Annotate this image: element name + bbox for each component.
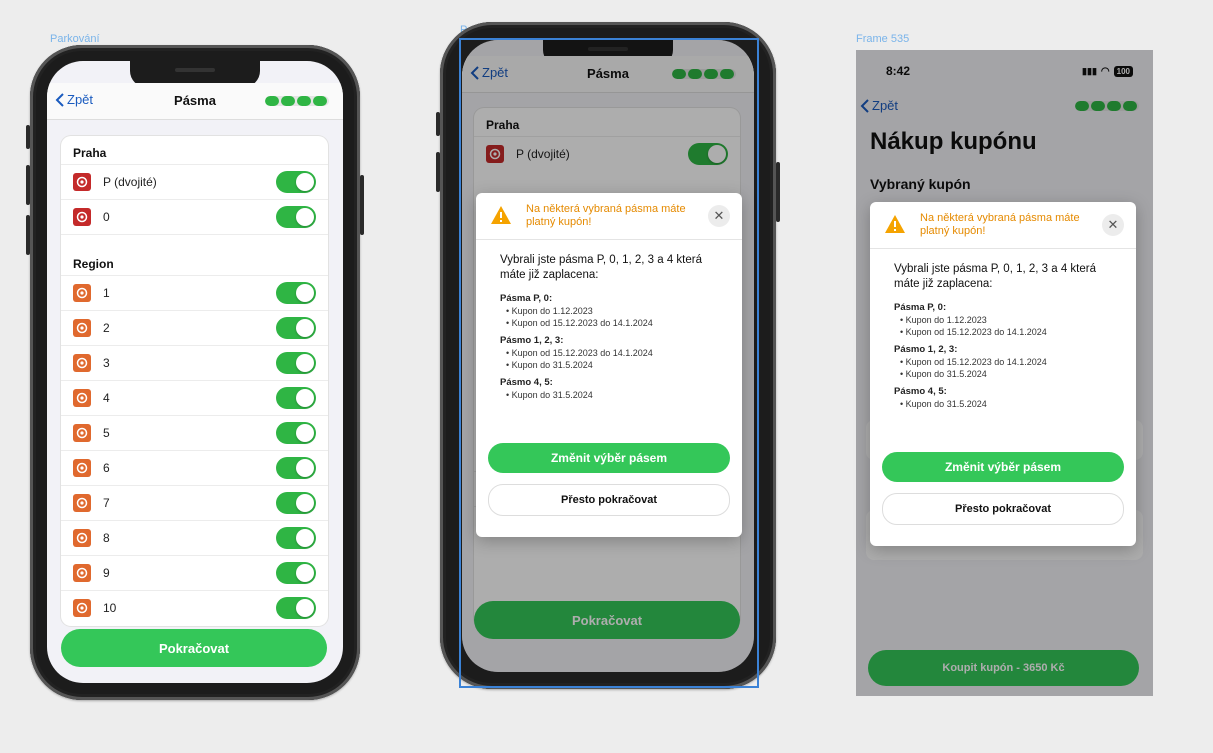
zone-toggle[interactable]: [276, 352, 316, 374]
zone-row[interactable]: 7: [61, 485, 328, 520]
close-icon[interactable]: ✕: [1102, 214, 1124, 236]
zone-target-icon: [73, 319, 91, 337]
navbar: Zpět Pásma: [47, 83, 343, 120]
zone-row[interactable]: 1: [61, 275, 328, 310]
zone-target-icon: [73, 564, 91, 582]
zone-label: 0: [103, 210, 110, 224]
zone-target-icon: [73, 459, 91, 477]
zone-row[interactable]: 10: [61, 590, 328, 625]
zone-row[interactable]: P (dvojité): [61, 164, 328, 199]
dialog-body: Vybrali jste pásma P, 0, 1, 2, 3 a 4 kte…: [500, 253, 726, 401]
coupon-group-title: Pásmo 1, 2, 3:: [894, 344, 958, 355]
frame-label-right: Frame 535: [856, 33, 910, 45]
zone-label: P (dvojité): [103, 175, 157, 189]
zone-row[interactable]: 8: [61, 520, 328, 555]
zone-toggle[interactable]: [276, 597, 316, 619]
zone-target-icon: [73, 208, 91, 226]
zone-toggle[interactable]: [276, 492, 316, 514]
change-zones-button[interactable]: Změnit výběr pásem: [882, 452, 1124, 482]
zone-row[interactable]: 9: [61, 555, 328, 590]
zones-card: Praha P (dvojité) 0 Region 1 2 3 4 5 6 7 8 9 10: [61, 136, 328, 626]
zone-row[interactable]: 0: [61, 199, 328, 234]
coupon-group-title: Pásmo 1, 2, 3:: [500, 335, 564, 346]
zone-toggle[interactable]: [276, 422, 316, 444]
section-header-praha: Praha: [73, 146, 107, 160]
coupon-item: Kupon do 31.5.2024: [500, 359, 726, 371]
warning-dialog: Na některá vybraná pásma máte platný kup…: [870, 202, 1136, 546]
zone-toggle[interactable]: [276, 206, 316, 228]
zone-toggle[interactable]: [276, 171, 316, 193]
coupon-item: Kupon od 15.12.2023 do 14.1.2024: [500, 317, 726, 329]
zone-target-icon: [73, 424, 91, 442]
zone-target-icon: [73, 173, 91, 191]
zone-label: 2: [103, 321, 110, 335]
coupon-item: Kupon do 31.5.2024: [894, 368, 1120, 380]
zone-label: 5: [103, 426, 110, 440]
zone-target-icon: [73, 599, 91, 617]
coupon-item: Kupon do 31.5.2024: [894, 398, 1120, 410]
close-icon[interactable]: ✕: [708, 205, 730, 227]
coupon-item: Kupon do 1.12.2023: [894, 314, 1120, 326]
warning-icon: [491, 206, 511, 224]
zone-target-icon: [73, 529, 91, 547]
zone-label: 9: [103, 566, 110, 580]
zone-toggle[interactable]: [276, 457, 316, 479]
coupon-item: Kupon od 15.12.2023 do 14.1.2024: [500, 347, 726, 359]
coupon-group-title: Pásmo 4, 5:: [894, 386, 947, 397]
zone-row[interactable]: 5: [61, 415, 328, 450]
zone-label: 8: [103, 531, 110, 545]
zone-target-icon: [73, 494, 91, 512]
zone-label: 10: [103, 601, 117, 615]
dialog-body: Vybrali jste pásma P, 0, 1, 2, 3 a 4 kte…: [894, 262, 1120, 410]
section-header-region: Region: [61, 234, 328, 275]
zone-target-icon: [73, 354, 91, 372]
zone-toggle[interactable]: [276, 562, 316, 584]
continue-anyway-button[interactable]: Přesto pokračovat: [488, 484, 730, 516]
coupon-item: Kupon od 15.12.2023 do 14.1.2024: [894, 326, 1120, 338]
coupon-group-title: Pásma P, 0:: [894, 302, 947, 313]
dialog-header: Na některá vybraná pásma máte platný kup…: [870, 202, 1136, 249]
dialog-intro: Vybrali jste pásma P, 0, 1, 2, 3 a 4 kte…: [894, 263, 1096, 290]
zone-toggle[interactable]: [276, 387, 316, 409]
continue-anyway-button[interactable]: Přesto pokračovat: [882, 493, 1124, 525]
zone-target-icon: [73, 284, 91, 302]
continue-button[interactable]: Pokračovat: [61, 629, 327, 667]
zone-target-icon: [73, 389, 91, 407]
warning-text: Na některá vybraná pásma máte platný kup…: [526, 203, 686, 228]
coupon-item: Kupon do 1.12.2023: [500, 305, 726, 317]
coupon-item: Kupon od 15.12.2023 do 14.1.2024: [894, 356, 1120, 368]
warning-text: Na některá vybraná pásma máte platný kup…: [920, 212, 1080, 237]
zone-toggle[interactable]: [276, 527, 316, 549]
zone-row[interactable]: 6: [61, 450, 328, 485]
zone-label: 3: [103, 356, 110, 370]
zone-label: 1: [103, 286, 110, 300]
dialog-intro: Vybrali jste pásma P, 0, 1, 2, 3 a 4 kte…: [500, 254, 702, 281]
coupon-group-title: Pásma P, 0:: [500, 293, 553, 304]
zone-label: 6: [103, 461, 110, 475]
progress-bar: [265, 96, 329, 106]
zone-label: 4: [103, 391, 110, 405]
zone-row[interactable]: 4: [61, 380, 328, 415]
coupon-item: Kupon do 31.5.2024: [500, 389, 726, 401]
screen-left: Zpět Pásma Praha P (dvojité) 0 Region 1 2 3…: [47, 61, 343, 683]
coupon-group-title: Pásmo 4, 5:: [500, 377, 553, 388]
zone-label: 7: [103, 496, 110, 510]
zone-row[interactable]: 3: [61, 345, 328, 380]
phone-left: Zpět Pásma Praha P (dvojité) 0 Region 1 2 3…: [26, 45, 364, 700]
warning-icon: [885, 215, 905, 233]
change-zones-button[interactable]: Změnit výběr pásem: [488, 443, 730, 473]
zone-toggle[interactable]: [276, 317, 316, 339]
warning-dialog: Na některá vybraná pásma máte platný kup…: [476, 193, 742, 537]
dialog-header: Na některá vybraná pásma máte platný kup…: [476, 193, 742, 240]
frame-label-left: Parkování: [50, 33, 100, 45]
zone-toggle[interactable]: [276, 282, 316, 304]
zone-row[interactable]: 2: [61, 310, 328, 345]
